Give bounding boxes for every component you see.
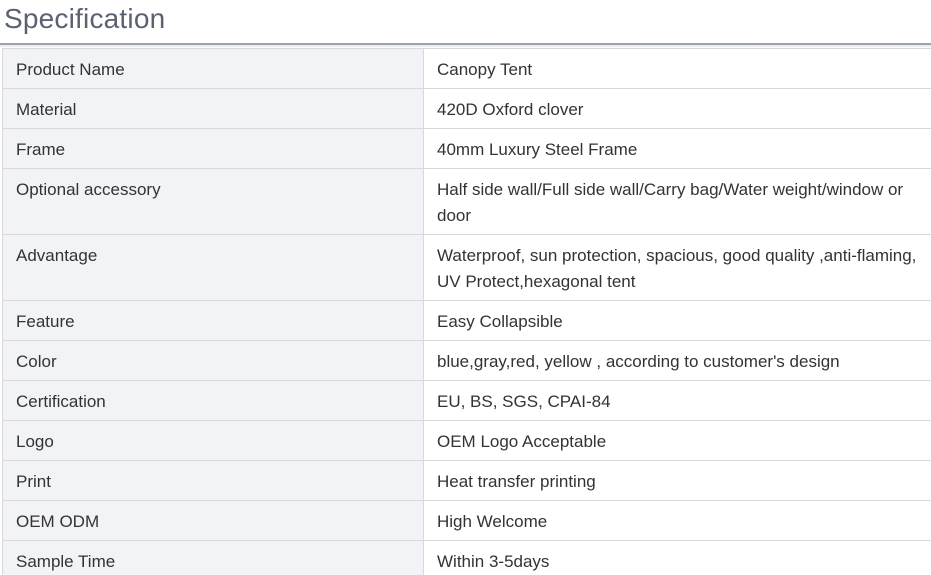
spec-label: OEM ODM [2, 500, 424, 541]
spec-value: Easy Collapsible [423, 300, 931, 341]
spec-value: Heat transfer printing [423, 460, 931, 501]
spec-label: Color [2, 340, 424, 381]
table-row: Product Name Canopy Tent [2, 48, 931, 89]
table-row: Color blue,gray,red, yellow , according … [2, 340, 931, 381]
table-row: Print Heat transfer printing [2, 460, 931, 501]
spec-value: Within 3-5days [423, 540, 931, 575]
spec-value: EU, BS, SGS, CPAI-84 [423, 380, 931, 421]
spec-label: Sample Time [2, 540, 424, 575]
spec-value: 420D Oxford clover [423, 88, 931, 129]
spec-value: blue,gray,red, yellow , according to cus… [423, 340, 931, 381]
spec-label: Product Name [2, 48, 424, 89]
table-row: Logo OEM Logo Acceptable [2, 420, 931, 461]
table-row: Certification EU, BS, SGS, CPAI-84 [2, 380, 931, 421]
spec-label: Feature [2, 300, 424, 341]
spec-label: Material [2, 88, 424, 129]
table-row: Feature Easy Collapsible [2, 300, 931, 341]
spec-value: High Welcome [423, 500, 931, 541]
table-row: Material 420D Oxford clover [2, 88, 931, 129]
table-row: Frame 40mm Luxury Steel Frame [2, 128, 931, 169]
table-row: Advantage Waterproof, sun protection, sp… [2, 234, 931, 301]
spec-value: Canopy Tent [423, 48, 931, 89]
table-row: OEM ODM High Welcome [2, 500, 931, 541]
spec-label: Optional accessory [2, 168, 424, 235]
spec-value: 40mm Luxury Steel Frame [423, 128, 931, 169]
spec-value: Half side wall/Full side wall/Carry bag/… [423, 168, 931, 235]
spec-label: Logo [2, 420, 424, 461]
spec-label: Print [2, 460, 424, 501]
specification-table: Product Name Canopy Tent Material 420D O… [2, 48, 931, 575]
section-title: Specification [4, 3, 166, 34]
spec-value: Waterproof, sun protection, spacious, go… [423, 234, 931, 301]
spec-label: Frame [2, 128, 424, 169]
table-row: Sample Time Within 3-5days [2, 540, 931, 575]
table-row: Optional accessory Half side wall/Full s… [2, 168, 931, 235]
spec-label: Advantage [2, 234, 424, 301]
spec-value: OEM Logo Acceptable [423, 420, 931, 461]
specification-section: Specification Product Name Canopy Tent M… [0, 0, 931, 575]
spec-label: Certification [2, 380, 424, 421]
